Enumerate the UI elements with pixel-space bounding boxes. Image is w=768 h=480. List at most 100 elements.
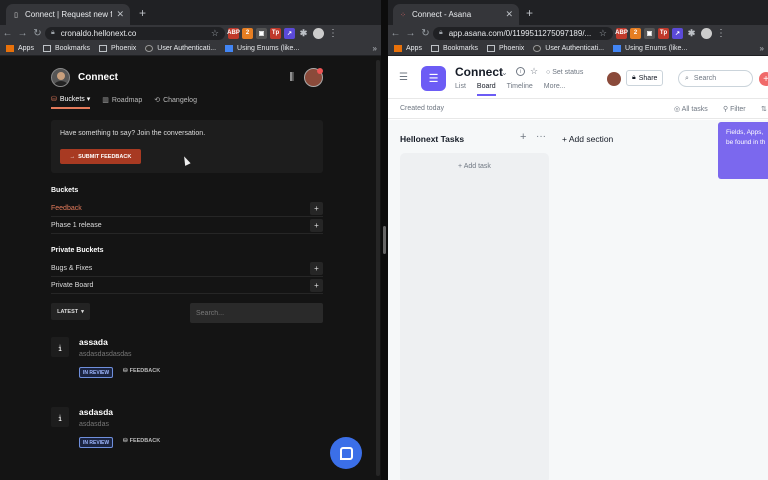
extension-icon[interactable]: 2 xyxy=(630,27,641,39)
menu-icon[interactable]: ⋮ xyxy=(716,28,726,39)
back-icon[interactable]: ← xyxy=(0,28,15,39)
bucket-row[interactable]: Private Board + xyxy=(51,277,323,294)
forward-icon[interactable]: → xyxy=(15,28,30,39)
tab-board[interactable]: Board xyxy=(476,83,496,96)
project-header: ☰ ☰ Connect ⌄ i ☆ ○ Set status List Boar… xyxy=(388,57,768,99)
bucket-row[interactable]: Feedback + xyxy=(51,200,323,217)
set-status[interactable]: ○ Set status xyxy=(546,69,583,76)
user-avatar[interactable] xyxy=(304,67,323,87)
browser-tab[interactable]: ▯ Connect | Request new features ✕ xyxy=(6,4,130,25)
bookmark-link[interactable]: Using Enums (like... xyxy=(225,44,299,52)
extension-icon[interactable]: ↗ xyxy=(672,27,683,39)
quick-add-button[interactable]: + xyxy=(759,72,768,86)
more-options-icon[interactable]: ··· xyxy=(536,131,546,142)
extensions-icon[interactable]: ✱ xyxy=(298,28,309,39)
reload-icon[interactable]: ↻ xyxy=(30,28,45,39)
bucket-tag[interactable]: ⛁ FEEDBACK xyxy=(123,368,160,374)
add-task-icon[interactable]: + xyxy=(520,131,526,143)
tab-timeline[interactable]: Timeline xyxy=(507,83,533,96)
window-divider[interactable] xyxy=(381,0,388,480)
bookmark-link[interactable]: User Authenticati... xyxy=(145,44,216,52)
bucket-label[interactable]: Bugs & Fixes xyxy=(51,265,92,272)
nav-roadmap[interactable]: ▥ Roadmap xyxy=(102,95,142,109)
bookmark-folder[interactable]: Bookmarks xyxy=(430,44,478,52)
extension-icon[interactable]: ↗ xyxy=(284,27,295,39)
back-icon[interactable]: ← xyxy=(388,28,403,39)
hamburger-icon[interactable]: ☰ xyxy=(399,72,408,83)
bookmark-folder[interactable]: Phoenix xyxy=(486,44,524,52)
address-bar[interactable]: 🔒︎ app.asana.com/0/1199511275097189/... … xyxy=(433,26,613,40)
bucket-label[interactable]: Feedback xyxy=(51,205,82,212)
bookmark-link[interactable]: Using Enums (like... xyxy=(613,44,687,52)
add-icon[interactable]: + xyxy=(310,218,323,232)
chevron-down-icon[interactable]: ⌄ xyxy=(501,68,508,77)
tab-more[interactable]: More... xyxy=(544,83,566,96)
add-icon[interactable]: + xyxy=(310,278,323,292)
project-icon[interactable]: ☰ xyxy=(421,66,446,91)
divider-grip[interactable] xyxy=(383,226,386,254)
filter-button[interactable]: ⚲ Filter xyxy=(723,105,746,113)
org-logo[interactable] xyxy=(51,67,70,87)
new-tab-icon[interactable]: + xyxy=(526,6,533,20)
vote-button[interactable]: ▲ 1 xyxy=(51,337,69,357)
add-icon[interactable]: + xyxy=(310,261,323,275)
sort-icon[interactable]: ⇅ xyxy=(761,105,767,113)
bookmark-apps[interactable]: Apps xyxy=(6,44,34,52)
bookmark-folder[interactable]: Bookmarks xyxy=(42,44,90,52)
star-icon[interactable]: ☆ xyxy=(530,66,538,77)
add-task-button[interactable]: + Add task xyxy=(400,163,549,170)
brand-name[interactable]: Connect xyxy=(78,72,118,83)
more-bookmarks-icon[interactable]: » xyxy=(760,44,768,53)
vote-button[interactable]: ▲ 1 xyxy=(51,407,69,427)
profile-avatar[interactable] xyxy=(701,27,712,39)
bookmark-folder[interactable]: Phoenix xyxy=(98,44,136,52)
add-section-button[interactable]: + Add section xyxy=(562,134,613,144)
adblock-extension-icon[interactable]: ABP xyxy=(227,27,240,39)
bucket-tag[interactable]: ⛁ FEEDBACK xyxy=(123,438,160,444)
extensions-icon[interactable]: ✱ xyxy=(686,28,697,39)
extension-icon[interactable]: ▣ xyxy=(644,27,655,39)
address-bar[interactable]: 🔒︎ cronaldo.hellonext.co ☆ xyxy=(45,26,225,40)
extension-icon[interactable]: Tp xyxy=(658,27,669,39)
project-name[interactable]: Connect xyxy=(455,65,503,79)
sort-dropdown[interactable]: LATEST ▾ xyxy=(51,303,90,320)
post-title[interactable]: assada xyxy=(79,337,108,347)
column-title[interactable]: Hellonext Tasks xyxy=(400,134,464,144)
info-icon[interactable]: i xyxy=(516,67,525,76)
add-icon[interactable]: + xyxy=(310,201,323,215)
star-icon[interactable]: ☆ xyxy=(207,28,219,39)
browser-tab[interactable]: ⁘ Connect - Asana ✕ xyxy=(393,4,519,25)
extension-icon[interactable]: ▣ xyxy=(256,27,267,39)
sliders-icon[interactable]: ⫼ xyxy=(289,72,294,83)
menu-icon[interactable]: ⋮ xyxy=(328,28,338,39)
adblock-extension-icon[interactable]: ABP xyxy=(615,27,628,39)
messenger-launcher[interactable] xyxy=(330,437,362,469)
nav-buckets[interactable]: ⛁ Buckets ▾ xyxy=(51,95,91,109)
bucket-label[interactable]: Phase 1 release xyxy=(51,222,102,229)
close-tab-icon[interactable]: ✕ xyxy=(116,9,124,20)
post-title[interactable]: asdasda xyxy=(79,407,113,417)
search-field[interactable]: ⌕ Search xyxy=(678,70,753,87)
share-button[interactable]: 🔒︎ Share xyxy=(626,70,664,86)
forward-icon[interactable]: → xyxy=(403,28,418,39)
bookmark-link[interactable]: User Authenticati... xyxy=(533,44,604,52)
search-input[interactable] xyxy=(190,303,323,323)
bucket-row[interactable]: Bugs & Fixes + xyxy=(51,260,323,277)
more-bookmarks-icon[interactable]: » xyxy=(373,44,381,53)
bucket-row[interactable]: Phase 1 release + xyxy=(51,217,323,234)
submit-feedback-button[interactable]: → SUBMIT FEEDBACK xyxy=(60,149,141,164)
profile-avatar[interactable] xyxy=(313,27,324,39)
member-avatar[interactable] xyxy=(607,72,621,86)
tab-list[interactable]: List xyxy=(455,83,466,96)
close-tab-icon[interactable]: ✕ xyxy=(505,9,513,20)
scrollbar[interactable] xyxy=(376,60,380,476)
reload-icon[interactable]: ↻ xyxy=(418,28,433,39)
extension-icon[interactable]: Tp xyxy=(270,27,281,39)
all-tasks-filter[interactable]: ◎ All tasks xyxy=(674,105,708,113)
star-icon[interactable]: ☆ xyxy=(595,28,607,39)
nav-changelog[interactable]: ⟲ Changelog xyxy=(154,95,197,109)
new-tab-icon[interactable]: + xyxy=(139,6,146,20)
bookmark-apps[interactable]: Apps xyxy=(394,44,422,52)
extension-icon[interactable]: 2 xyxy=(242,27,253,39)
bucket-label[interactable]: Private Board xyxy=(51,282,93,289)
